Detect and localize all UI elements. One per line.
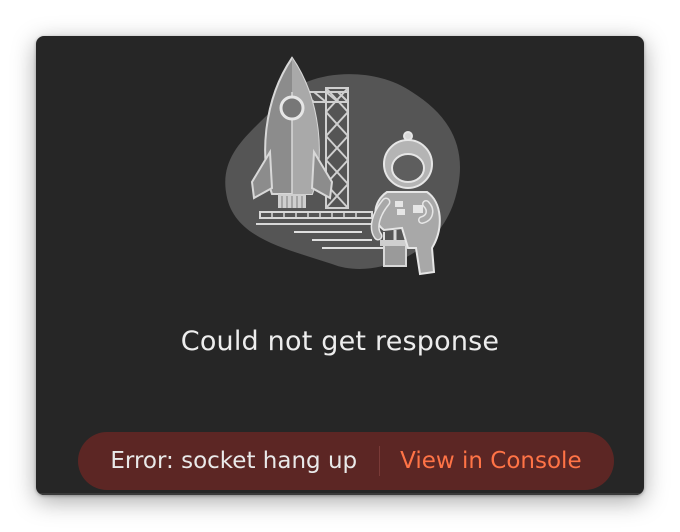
- rocket-astronaut-illustration: [225, 56, 460, 276]
- error-message: Error: socket hang up: [110, 448, 358, 474]
- error-banner: Error: socket hang up View in Console: [78, 432, 614, 490]
- response-error-panel: Could not get response Error: socket han…: [36, 36, 644, 495]
- error-title: Could not get response: [180, 326, 500, 357]
- panel-bottom-border: [36, 493, 644, 495]
- view-in-console-link[interactable]: View in Console: [380, 448, 581, 474]
